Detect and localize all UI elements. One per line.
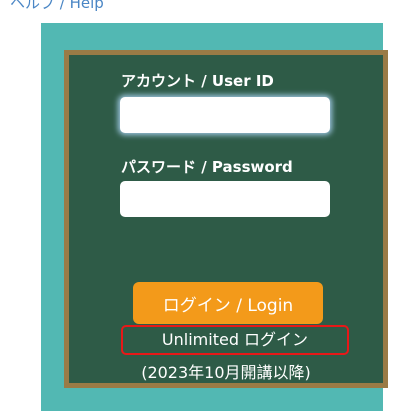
password-input[interactable]	[120, 181, 330, 217]
login-page: ヘルプ / Help アカウント / User ID パスワード / Passw…	[0, 0, 399, 411]
unlimited-login-link[interactable]: Unlimited ログイン	[121, 325, 349, 355]
password-label: パスワード / Password	[121, 158, 293, 176]
help-link[interactable]: ヘルプ / Help	[10, 0, 104, 13]
chalkboard-login-panel: アカウント / User ID パスワード / Password ログイン / …	[64, 50, 388, 388]
userid-label: アカウント / User ID	[121, 72, 274, 90]
login-button[interactable]: ログイン / Login	[133, 282, 323, 324]
course-date-note: (2023年10月開講以降)	[141, 363, 311, 382]
userid-input[interactable]	[120, 97, 330, 133]
